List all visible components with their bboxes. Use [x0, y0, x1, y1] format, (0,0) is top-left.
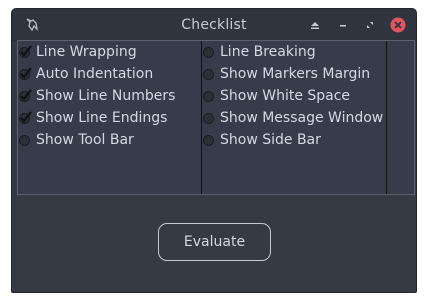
checkbox-label: Show Message Window: [220, 110, 384, 126]
checkbox-show-side-bar[interactable]: Show Side Bar: [203, 129, 321, 151]
checklist-column-3: [387, 41, 414, 194]
restore-icon[interactable]: [362, 17, 378, 33]
checkmark-icon: [19, 110, 32, 124]
title-bar: Checklist: [12, 9, 416, 41]
checkbox-label: Show Line Numbers: [36, 88, 176, 104]
close-icon[interactable]: [390, 17, 406, 33]
checklist-column-1: Line Wrapping Auto Indentation Show Line…: [18, 41, 202, 194]
checkbox-label: Show Markers Margin: [220, 66, 371, 82]
checkmark-icon: [19, 44, 32, 58]
checklist-window: Checklist Line Wrapping Auto Indentation…: [11, 8, 417, 293]
unchecked-box-icon: [203, 90, 214, 102]
checkbox-label: Show Tool Bar: [36, 132, 134, 148]
checkbox-show-message-window[interactable]: Show Message Window: [203, 107, 383, 129]
checkbox-line-breaking[interactable]: Line Breaking: [203, 41, 316, 63]
checkbox-label: Auto Indentation: [36, 66, 154, 82]
unchecked-box-icon: [203, 134, 214, 146]
unchecked-box-icon: [203, 112, 214, 124]
eject-icon[interactable]: [307, 17, 323, 33]
checkbox-show-white-space[interactable]: Show White Space: [203, 85, 350, 107]
checkbox-label: Show White Space: [220, 88, 351, 104]
checkbox-show-markers-margin[interactable]: Show Markers Margin: [203, 63, 370, 85]
checkbox-label: Show Side Bar: [220, 132, 321, 148]
checkmark-icon: [19, 88, 32, 102]
checkbox-label: Show Line Endings: [36, 110, 168, 126]
checkbox-line-wrapping[interactable]: Line Wrapping: [19, 41, 137, 63]
window-title: Checklist: [181, 17, 247, 33]
checkbox-auto-indentation[interactable]: Auto Indentation: [19, 63, 153, 85]
checkbox-show-tool-bar[interactable]: Show Tool Bar: [19, 129, 134, 151]
evaluate-button[interactable]: Evaluate: [158, 223, 271, 261]
unchecked-box-icon: [19, 134, 30, 146]
unchecked-box-icon: [203, 68, 214, 80]
checkmark-icon: [19, 66, 32, 80]
minimize-icon[interactable]: [335, 17, 351, 33]
checkbox-label: Line Breaking: [220, 44, 316, 60]
checkbox-label: Line Wrapping: [36, 44, 137, 60]
checklist-column-2: Line Breaking Show Markers Margin Show W…: [202, 41, 387, 194]
checkbox-show-line-numbers[interactable]: Show Line Numbers: [19, 85, 175, 107]
unchecked-box-icon: [203, 46, 214, 58]
checklist-panel: Line Wrapping Auto Indentation Show Line…: [17, 40, 415, 195]
checkbox-show-line-endings[interactable]: Show Line Endings: [19, 107, 167, 129]
